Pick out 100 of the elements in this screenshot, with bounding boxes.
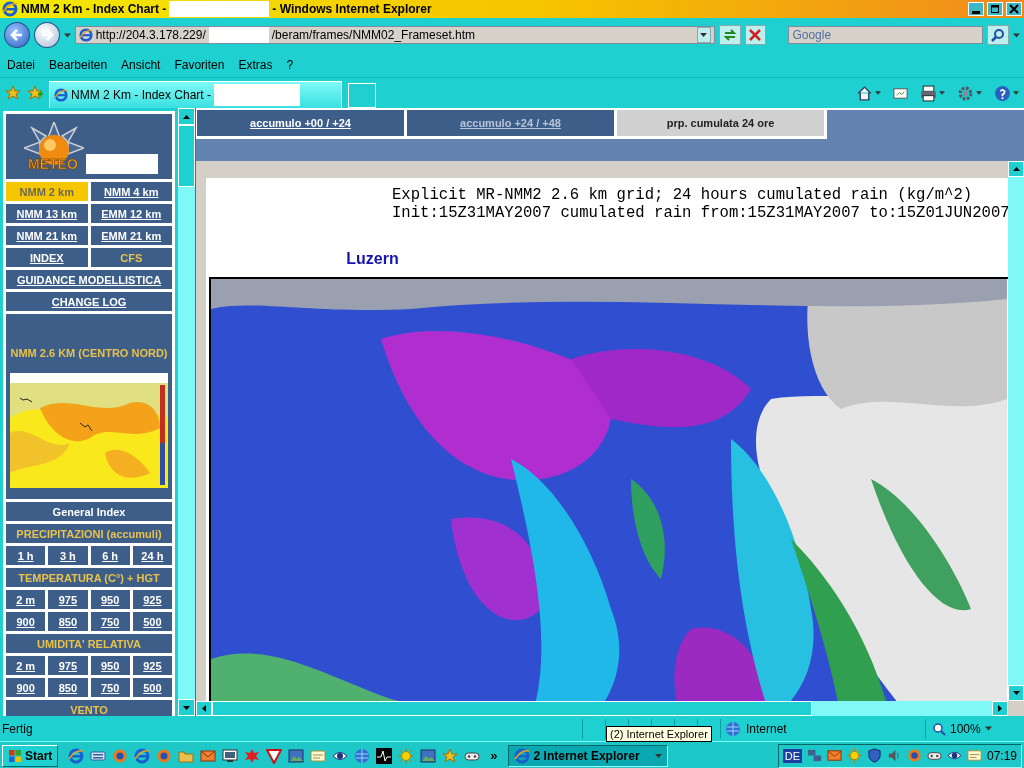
nav-link[interactable]: GUIDANCE MODELLISTICA [6, 270, 172, 289]
nav-link[interactable]: 975 [48, 656, 88, 675]
favorites-star-icon[interactable] [5, 85, 21, 101]
language-indicator[interactable]: DE [782, 748, 802, 763]
help-icon[interactable] [994, 84, 1011, 102]
browser-icon[interactable] [68, 747, 85, 764]
nav-link[interactable]: NMM 21 km [6, 226, 88, 245]
triangle-icon[interactable] [266, 747, 283, 764]
caret-icon[interactable] [984, 725, 992, 732]
back-button[interactable] [4, 22, 30, 48]
menu-item[interactable]: Ansicht [121, 57, 161, 72]
menu-item[interactable]: Favoriten [174, 57, 225, 72]
menu-item[interactable]: Extras [238, 57, 273, 72]
vertical-scrollbar[interactable] [1008, 161, 1024, 701]
nav-link[interactable]: 925 [132, 656, 172, 675]
frame-tab[interactable]: accumulo +00 / +24 [197, 110, 404, 136]
address-field[interactable]: http://204.3.178.229/ /beram/frames/NMM02_Frameset.htm [74, 26, 715, 44]
envelope-icon[interactable] [200, 747, 217, 764]
nav-link[interactable]: EMM 12 km [90, 204, 172, 223]
scroll-down-button[interactable] [178, 699, 195, 716]
nav-link[interactable]: 950 [90, 590, 130, 609]
more-button[interactable]: » [490, 748, 498, 763]
nav-link[interactable]: 2 m [6, 656, 46, 675]
scroll-up-button[interactable] [178, 108, 195, 125]
nav-link[interactable]: NMM 2 km [6, 182, 88, 201]
caret-icon[interactable] [875, 90, 881, 96]
feed-icon[interactable] [893, 85, 908, 101]
envelope-icon[interactable] [826, 748, 842, 763]
caret-icon[interactable] [1013, 31, 1020, 39]
nav-link[interactable]: 950 [90, 656, 130, 675]
scroll-right-button[interactable] [992, 701, 1008, 716]
scroll-down-button[interactable] [1008, 685, 1024, 701]
picture-icon[interactable] [288, 747, 305, 764]
scroll-up-button[interactable] [1008, 161, 1024, 177]
nav-link[interactable]: 1 h [6, 546, 46, 565]
home-icon[interactable] [856, 84, 873, 102]
menu-item[interactable]: Datei [7, 57, 35, 72]
network-icon[interactable] [806, 748, 822, 763]
star-icon[interactable] [442, 747, 459, 764]
scrollbar-thumb[interactable] [178, 125, 195, 187]
section-heading: PRECIPITAZIONI (accumuli) [6, 524, 172, 543]
caret-icon[interactable] [1013, 90, 1019, 96]
caret-icon[interactable] [63, 31, 71, 39]
nav-link[interactable]: 3 h [48, 546, 88, 565]
nav-link[interactable]: 500 [132, 678, 172, 697]
search-button[interactable] [987, 25, 1010, 45]
search-field[interactable]: Google [788, 26, 984, 44]
printer-icon[interactable] [920, 84, 937, 102]
stop-button[interactable] [744, 25, 767, 45]
nav-link[interactable]: 500 [132, 612, 172, 631]
scroll-left-button[interactable] [196, 701, 212, 716]
caret-icon[interactable] [939, 90, 945, 96]
picture-icon[interactable] [420, 747, 437, 764]
nav-link[interactable]: 900 [6, 612, 46, 631]
nav-link[interactable]: 24 h [132, 546, 172, 565]
nav-link[interactable]: 925 [132, 590, 172, 609]
nav-link[interactable]: 850 [48, 678, 88, 697]
start-button[interactable]: Start [2, 744, 59, 767]
menu-item[interactable]: Bearbeiten [49, 57, 108, 72]
browser-tab[interactable]: NMM 2 Km - Index Chart - [49, 81, 342, 108]
vertical-scrollbar[interactable] [178, 108, 195, 716]
nav-link[interactable]: NMM 13 km [6, 204, 88, 223]
nav-link[interactable]: CHANGE LOG [6, 292, 172, 311]
menu-item[interactable]: ? [286, 57, 294, 72]
nav-link[interactable]: 975 [48, 590, 88, 609]
horizontal-scrollbar[interactable] [196, 701, 1024, 716]
refresh-button[interactable] [718, 25, 741, 45]
zoom-level[interactable]: 100% [950, 721, 981, 736]
forward-button[interactable] [33, 22, 60, 48]
splash-icon[interactable] [244, 747, 261, 764]
close-button[interactable] [1006, 2, 1022, 16]
frame-tab[interactable]: accumulo +24 / +48 [407, 110, 614, 136]
scrollbar-thumb[interactable] [212, 701, 812, 716]
orb-icon[interactable] [112, 747, 129, 764]
nav-link[interactable]: INDEX [6, 248, 88, 267]
taskbar-window-button[interactable]: 2 Internet Explorer [507, 744, 668, 767]
nav-link[interactable]: EMM 21 km [90, 226, 172, 245]
nav-link[interactable]: NMM 4 km [90, 182, 172, 201]
browser-icon[interactable] [134, 747, 151, 764]
shield-icon[interactable] [866, 748, 882, 763]
maximize-button[interactable] [987, 2, 1003, 16]
nav-link[interactable]: 750 [90, 678, 130, 697]
monitor-icon[interactable] [222, 747, 239, 764]
zoom-icon[interactable] [932, 721, 946, 736]
orb-icon[interactable] [156, 747, 173, 764]
caret-icon[interactable] [976, 90, 982, 96]
settings-icon[interactable] [957, 84, 974, 102]
pulse-icon[interactable] [376, 747, 393, 764]
note-icon[interactable] [310, 747, 327, 764]
nav-link[interactable]: 900 [6, 678, 46, 697]
orb-icon[interactable] [906, 748, 922, 763]
four-squares-logo-icon [8, 748, 22, 763]
minimize-button[interactable] [968, 2, 984, 16]
nav-link[interactable]: 2 m [6, 590, 46, 609]
nav-link[interactable]: 750 [90, 612, 130, 631]
dropdown-button[interactable] [696, 27, 711, 43]
nav-link[interactable]: 6 h [90, 546, 130, 565]
speaker-icon[interactable] [886, 748, 902, 763]
frame-tab[interactable]: prp. cumulata 24 ore [617, 110, 824, 136]
nav-link[interactable]: 850 [48, 612, 88, 631]
